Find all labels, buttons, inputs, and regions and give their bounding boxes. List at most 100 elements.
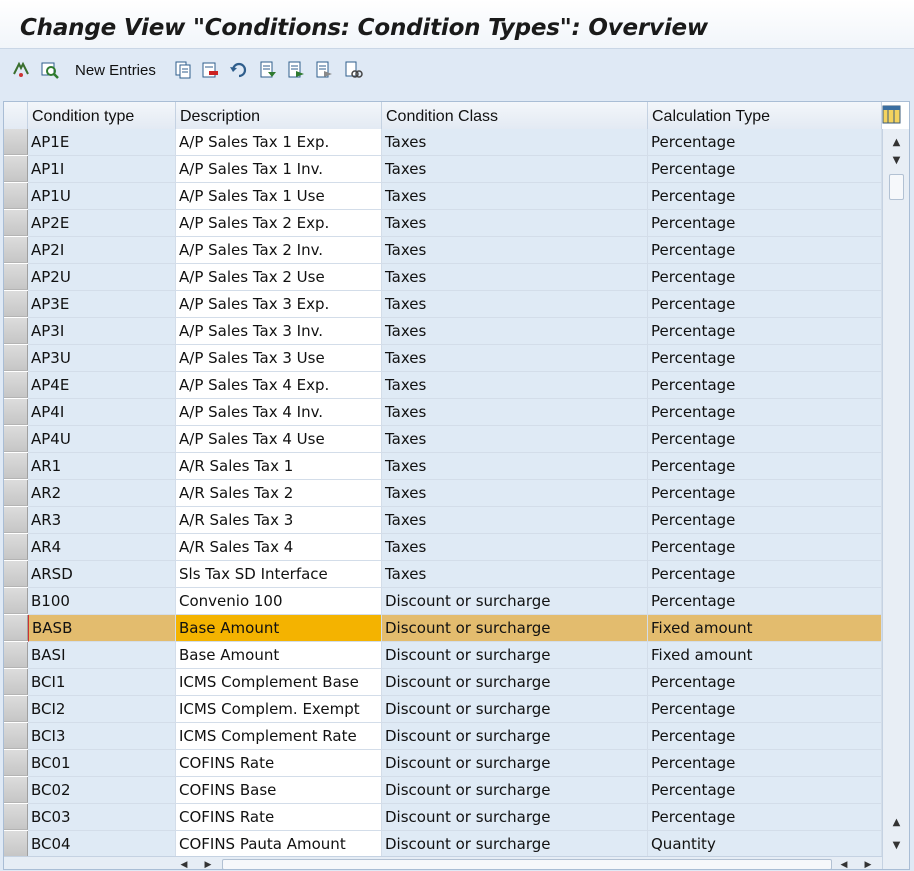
select-all-icon[interactable] (258, 60, 278, 80)
calculation-type-cell[interactable]: Percentage (648, 156, 882, 183)
calculation-type-cell[interactable]: Fixed amount (648, 615, 882, 642)
calculation-type-cell[interactable]: Percentage (648, 480, 882, 507)
calculation-type-cell[interactable]: Percentage (648, 588, 882, 615)
condition-type-cell[interactable]: B100 (28, 588, 176, 615)
condition-class-cell[interactable]: Discount or surcharge (382, 642, 648, 669)
row-selector-button[interactable] (4, 696, 28, 722)
calculation-type-cell[interactable]: Percentage (648, 507, 882, 534)
row-selector-button[interactable] (4, 507, 28, 533)
description-cell[interactable]: A/R Sales Tax 3 (176, 507, 382, 534)
condition-class-cell[interactable]: Taxes (382, 291, 648, 318)
select-block-icon[interactable] (286, 60, 306, 80)
description-cell[interactable]: A/P Sales Tax 4 Use (176, 426, 382, 453)
condition-class-cell[interactable]: Taxes (382, 534, 648, 561)
condition-type-cell[interactable]: BCI1 (28, 669, 176, 696)
table-row[interactable]: BC01 COFINS Rate Discount or surcharge Perc… (4, 750, 882, 777)
condition-type-cell[interactable]: AP4U (28, 426, 176, 453)
calculation-type-cell[interactable]: Percentage (648, 804, 882, 831)
condition-type-cell[interactable]: AP2E (28, 210, 176, 237)
table-row[interactable]: BASI Base Amount Discount or surcharge Fixe… (4, 642, 882, 669)
row-selector-button[interactable] (4, 723, 28, 749)
description-cell[interactable]: Convenio 100 (176, 588, 382, 615)
row-selector-button[interactable] (4, 642, 28, 668)
condition-class-cell[interactable]: Taxes (382, 561, 648, 588)
condition-type-cell[interactable]: BC01 (28, 750, 176, 777)
scroll-right-icon[interactable]: ▶ (200, 857, 216, 870)
condition-class-cell[interactable]: Discount or surcharge (382, 750, 648, 777)
condition-type-cell[interactable]: AR4 (28, 534, 176, 561)
condition-type-cell[interactable]: AP1I (28, 156, 176, 183)
row-selector-button[interactable] (4, 453, 28, 479)
row-selector-button[interactable] (4, 345, 28, 371)
row-selector-button[interactable] (4, 561, 28, 587)
table-row[interactable]: AP4U A/P Sales Tax 4 Use Taxes Percentage (4, 426, 882, 453)
condition-type-cell[interactable]: AP3U (28, 345, 176, 372)
calculation-type-cell[interactable]: Percentage (648, 399, 882, 426)
condition-type-cell[interactable]: ARSD (28, 561, 176, 588)
row-selector-button[interactable] (4, 156, 28, 182)
calculation-type-cell[interactable]: Percentage (648, 777, 882, 804)
condition-class-cell[interactable]: Taxes (382, 237, 648, 264)
calculation-type-cell[interactable]: Percentage (648, 453, 882, 480)
row-selector-button[interactable] (4, 804, 28, 830)
condition-type-cell[interactable]: BCI2 (28, 696, 176, 723)
table-row[interactable]: AP4I A/P Sales Tax 4 Inv. Taxes Percentage (4, 399, 882, 426)
scroll-down-icon[interactable]: ▼ (883, 151, 909, 169)
row-selector-button[interactable] (4, 750, 28, 776)
description-cell[interactable]: A/P Sales Tax 1 Exp. (176, 129, 382, 156)
row-selector-button[interactable] (4, 237, 28, 263)
vertical-scrollbar[interactable]: ▲ ▼ ▲ ▼ (882, 129, 909, 869)
row-selector-button[interactable] (4, 669, 28, 695)
table-row[interactable]: AP3E A/P Sales Tax 3 Exp. Taxes Percentage (4, 291, 882, 318)
calculation-type-cell[interactable]: Percentage (648, 561, 882, 588)
calculation-type-cell[interactable]: Percentage (648, 183, 882, 210)
condition-type-cell[interactable]: AP3E (28, 291, 176, 318)
condition-type-cell[interactable]: BASI (28, 642, 176, 669)
print-field-list-icon[interactable] (343, 60, 363, 80)
condition-class-cell[interactable]: Taxes (382, 480, 648, 507)
calculation-type-cell[interactable]: Percentage (648, 237, 882, 264)
table-row[interactable]: AR3 A/R Sales Tax 3 Taxes Percentage (4, 507, 882, 534)
condition-type-cell[interactable]: AP1E (28, 129, 176, 156)
condition-class-cell[interactable]: Taxes (382, 345, 648, 372)
condition-type-cell[interactable]: BASB (28, 615, 176, 642)
condition-class-cell[interactable]: Discount or surcharge (382, 777, 648, 804)
condition-class-cell[interactable]: Taxes (382, 210, 648, 237)
deselect-all-icon[interactable] (314, 60, 334, 80)
description-cell[interactable]: A/P Sales Tax 3 Exp. (176, 291, 382, 318)
undo-icon[interactable] (229, 60, 249, 80)
description-cell[interactable]: A/P Sales Tax 1 Use (176, 183, 382, 210)
condition-type-cell[interactable]: AR1 (28, 453, 176, 480)
table-row[interactable]: AP2E A/P Sales Tax 2 Exp. Taxes Percentage (4, 210, 882, 237)
calculation-type-cell[interactable]: Percentage (648, 345, 882, 372)
scroll-up-icon[interactable]: ▲ (883, 133, 909, 151)
table-row[interactable]: AR4 A/R Sales Tax 4 Taxes Percentage (4, 534, 882, 561)
table-row[interactable]: BCI1 ICMS Complement Base Discount or surc… (4, 669, 882, 696)
select-all-rows-corner[interactable] (4, 102, 28, 129)
description-cell[interactable]: A/P Sales Tax 2 Inv. (176, 237, 382, 264)
column-header-description[interactable]: Description (176, 102, 382, 129)
display-icon[interactable] (40, 60, 60, 80)
description-cell[interactable]: A/P Sales Tax 2 Exp. (176, 210, 382, 237)
table-row[interactable]: AR1 A/R Sales Tax 1 Taxes Percentage (4, 453, 882, 480)
table-row[interactable]: BC02 COFINS Base Discount or surcharge Perc… (4, 777, 882, 804)
row-selector-button[interactable] (4, 426, 28, 452)
row-selector-button[interactable] (4, 588, 28, 614)
table-row[interactable]: AR2 A/R Sales Tax 2 Taxes Percentage (4, 480, 882, 507)
description-cell[interactable]: A/P Sales Tax 3 Inv. (176, 318, 382, 345)
description-cell[interactable]: ICMS Complement Rate (176, 723, 382, 750)
horizontal-scrollbar[interactable]: ◀ ▶ ◀ ▶ (4, 856, 882, 870)
table-row[interactable]: BC04 COFINS Pauta Amount Discount or surch… (4, 831, 882, 858)
calculation-type-cell[interactable]: Percentage (648, 534, 882, 561)
calculation-type-cell[interactable]: Percentage (648, 669, 882, 696)
new-entries-button[interactable]: New Entries (75, 62, 156, 79)
description-cell[interactable]: A/R Sales Tax 1 (176, 453, 382, 480)
condition-type-cell[interactable]: AR2 (28, 480, 176, 507)
description-cell[interactable]: Sls Tax SD Interface (176, 561, 382, 588)
condition-type-cell[interactable]: AP3I (28, 318, 176, 345)
scroll-page-up-icon[interactable]: ▲ (883, 813, 909, 831)
calculation-type-cell[interactable]: Percentage (648, 723, 882, 750)
table-row[interactable]: AP3I A/P Sales Tax 3 Inv. Taxes Percentage (4, 318, 882, 345)
description-cell[interactable]: A/P Sales Tax 4 Inv. (176, 399, 382, 426)
calculation-type-cell[interactable]: Percentage (648, 264, 882, 291)
